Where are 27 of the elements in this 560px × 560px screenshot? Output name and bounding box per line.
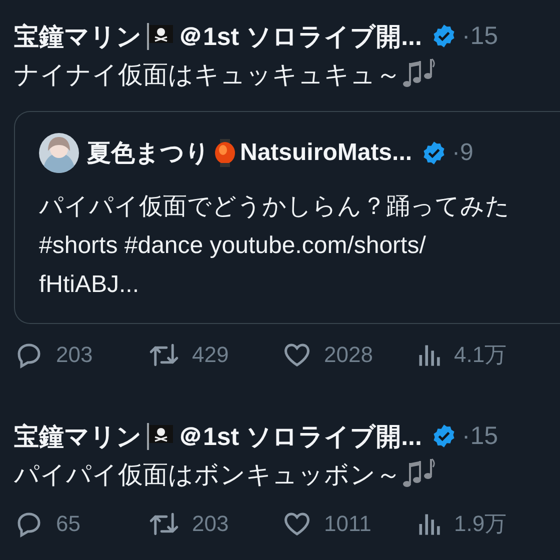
quoted-post-text-line: fHtiABJ...: [39, 270, 140, 300]
display-name-suffix[interactable]: NatsuiroMats...: [240, 139, 412, 167]
post-text: ナイナイ仮面はキュッキュキュ～: [14, 60, 401, 90]
display-name[interactable]: 宝鐘マリン: [14, 420, 142, 452]
display-name-suffix[interactable]: ＠1st ソロライブ開...: [178, 20, 422, 52]
quoted-post-card[interactable]: 夏色まつり NatsuiroMats... ·9 パイパイ仮面でどうかしらん？踊ってみた #shorts #dance youtube.com/shorts/ fHtiABJ...: [14, 111, 560, 324]
post-text: パイパイ仮面はボンキュッボン～: [14, 460, 401, 490]
count: 65: [56, 511, 80, 537]
display-name-suffix[interactable]: ＠1st ソロライブ開...: [178, 420, 422, 452]
count: 203: [192, 511, 229, 537]
avatar[interactable]: [39, 133, 79, 173]
lantern-icon: [213, 138, 237, 168]
quoted-post-text-line: パイパイ仮面でどうかしらん？踊ってみた: [39, 192, 511, 222]
quoted-post-text-line: #shorts #dance youtube.com/shorts/: [39, 231, 427, 261]
count: 203: [56, 342, 93, 368]
timestamp[interactable]: ·15: [462, 22, 498, 50]
count: 4.1万: [454, 341, 507, 369]
count: 1.9万: [454, 510, 507, 538]
display-name[interactable]: 宝鐘マリン: [14, 20, 142, 52]
count: 1011: [324, 511, 372, 537]
count: 2028: [324, 342, 373, 368]
pirate-flag-icon: [145, 22, 175, 50]
count: 429: [192, 342, 229, 368]
pirate-flag-icon: [145, 422, 175, 450]
timestamp[interactable]: ·15: [462, 422, 498, 450]
display-name[interactable]: 夏色まつり: [87, 137, 210, 169]
timestamp[interactable]: ·9: [452, 139, 474, 167]
